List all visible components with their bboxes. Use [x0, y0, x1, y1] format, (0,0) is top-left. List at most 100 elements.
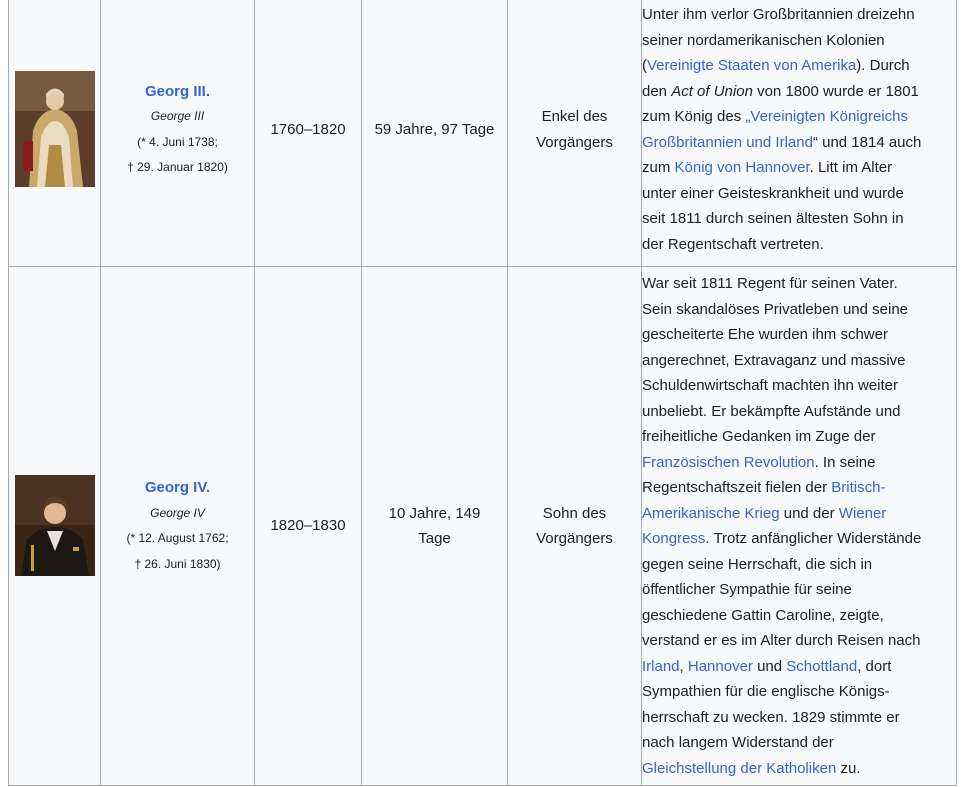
duration-cell: 59 Jahre, 97 Tage — [361, 0, 508, 267]
note-line: seiner nordamerikanischen Kolonien — [642, 28, 956, 54]
note-line: Regentschaftszeit fielen der Britisch- — [642, 475, 956, 501]
note-text: . Trotz anfänglicher Widerstände — [705, 530, 922, 547]
note-text: ). Durch — [856, 57, 910, 74]
note-link[interactable]: Irland — [642, 658, 680, 675]
original-name: George IV — [150, 505, 205, 520]
note-text: zum — [642, 159, 675, 176]
note-text: seiner nordamerikanischen Kolonien — [642, 31, 885, 49]
note-text: herrschaft zu wecken. 1829 stimmte er — [642, 708, 900, 726]
portrait-cell — [8, 266, 101, 786]
note-line: zum König von Hannover. Litt im Alter — [642, 155, 956, 181]
note-line: Sein skandalöses Privatleben und seine — [642, 297, 956, 323]
note-text: , — [679, 657, 688, 675]
portrait-george-iv[interactable] — [14, 474, 95, 576]
note-text: von 1800 wurde er 1801 — [752, 82, 919, 100]
notes-cell: Unter ihm verlor Großbritannien dreizehn… — [641, 0, 957, 267]
reign-duration: 10 Jahre, 149 — [388, 504, 481, 522]
note-text: geschiedene Gattin Caroline, zeigte, — [642, 606, 884, 624]
table-row: Georg III. George III (* 4. Juni 1738; †… — [8, 0, 957, 267]
note-text: Unter ihm verlor Großbritannien dreizehn — [642, 6, 915, 23]
relation-cell: Enkel des Vorgängers — [507, 0, 642, 267]
note-line: Amerikanische Krieg und der Wiener — [642, 501, 956, 527]
note-text: seit 1811 durch seinen ältesten Sohn in — [642, 210, 904, 227]
note-text: gescheiterte Ehe wurden ihm schwer — [642, 326, 888, 343]
note-text: Sympathien für die englische Königs- — [642, 683, 890, 700]
note-line: der Regentschaft vertreten. — [642, 232, 956, 258]
note-text: zu. — [836, 759, 861, 777]
note-line: gegen seine Herrschaft, die sich in — [642, 552, 956, 578]
death-date: † 26. Juni 1830) — [134, 556, 221, 571]
note-line: Unter ihm verlor Großbritannien dreizehn — [642, 2, 956, 28]
reign-cell: 1760–1820 — [254, 0, 362, 267]
note-line: Irland, Hannover und Schottland, dort — [642, 654, 956, 680]
note-text: unbeliebt. Er bekämpfte Aufstände und — [642, 402, 901, 420]
note-link[interactable]: Vereinigte Staaten von Amerika — [647, 57, 856, 74]
note-line: Kongress. Trotz anfänglicher Widerstände — [642, 526, 956, 552]
note-text: Sein skandalöses Privatleben und seine — [642, 300, 909, 318]
note-link[interactable]: Französischen Revolution — [642, 454, 815, 471]
note-text: Schuldenwirtschaft machten ihn weiter — [642, 377, 898, 394]
note-text: der Regentschaft vertreten. — [642, 235, 824, 253]
note-text: und — [752, 657, 787, 675]
note-link[interactable]: Großbritannien und Irland — [642, 134, 813, 151]
note-line: gescheiterte Ehe wurden ihm schwer — [642, 322, 956, 348]
note-link[interactable]: „Vereinigten Königreichs — [745, 108, 908, 125]
note-line: angerechnet, Extravaganz und massive — [642, 348, 956, 374]
note-text: nach langem Widerstand der — [642, 734, 834, 751]
note-text: zum König des — [642, 108, 746, 125]
note-text: verstand er es im Alter durch Reisen nac… — [642, 632, 921, 649]
monarch-link[interactable]: Georg III. — [101, 79, 254, 105]
note-text: freiheitliche Gedanken im Zuge der — [642, 428, 876, 445]
portrait-george-iii[interactable] — [14, 70, 95, 187]
note-line: (Vereinigte Staaten von Amerika). Durch — [642, 53, 956, 79]
note-line: Großbritannien und Irland“ und 1814 auch — [642, 130, 956, 156]
note-text: . Litt im Alter — [809, 159, 893, 176]
note-text: unter einer Geisteskrankheit und wurde — [642, 184, 904, 202]
note-link[interactable]: Kongress — [642, 530, 705, 547]
relation-text: Vorgängers — [536, 133, 613, 151]
duration-cell: 10 Jahre, 149 Tage — [361, 266, 508, 786]
reign-years: 1820–1830 — [270, 517, 346, 535]
note-text: gegen seine Herrschaft, die sich in — [642, 555, 873, 573]
note-text: Regentschaftszeit fielen der — [642, 479, 832, 496]
note-text: öffentlicher Sympathie für seine — [642, 581, 852, 598]
reign-cell: 1820–1830 — [254, 266, 362, 786]
note-link[interactable]: Wiener — [839, 505, 887, 522]
note-line: Schuldenwirtschaft machten ihn weiter — [642, 373, 956, 399]
notes-cell: War seit 1811 Regent für seinen Vater. Se… — [641, 266, 957, 786]
note-link[interactable]: Hannover — [688, 658, 753, 675]
note-link[interactable]: Gleichstellung der Katholiken — [642, 760, 836, 777]
note-line: zum König des „Vereinigten Königreichs — [642, 104, 956, 130]
note-line: unter einer Geisteskrankheit und wurde — [642, 181, 956, 207]
note-text: “ und 1814 auch — [812, 133, 922, 151]
portrait-cell — [8, 0, 101, 267]
note-line: nach langem Widerstand der — [642, 730, 956, 756]
note-link[interactable]: Britisch- — [831, 479, 885, 496]
note-line: freiheitliche Gedanken im Zuge der — [642, 424, 956, 450]
note-text: den — [642, 82, 672, 100]
note-line: Gleichstellung der Katholiken zu. — [642, 756, 956, 782]
note-text: angerechnet, Extravaganz und massive — [642, 351, 906, 369]
relation-text: Vorgängers — [536, 530, 613, 547]
note-line: geschiedene Gattin Caroline, zeigte, — [642, 603, 956, 629]
table-row: Georg IV. George IV (* 12. August 1762; … — [8, 266, 957, 786]
relation-text: Sohn des — [542, 504, 607, 522]
note-italic-text: Act of Union — [671, 82, 753, 100]
note-link[interactable]: Schottland — [786, 658, 857, 675]
note-text: , dort — [857, 657, 892, 675]
monarch-table: Georg III. George III (* 4. Juni 1738; †… — [8, 0, 957, 786]
birth-date: (* 4. Juni 1738; — [137, 134, 218, 149]
note-line: unbeliebt. Er bekämpfte Aufstände und — [642, 399, 956, 425]
monarch-link[interactable]: Georg IV. — [101, 475, 254, 501]
note-link[interactable]: König von Hannover — [675, 159, 810, 176]
original-name: George III — [150, 109, 205, 123]
note-link[interactable]: Amerikanische Krieg — [642, 505, 780, 522]
note-text: . In seine — [814, 453, 876, 471]
monarch-name-cell: Georg III. George III (* 4. Juni 1738; †… — [100, 0, 255, 267]
note-line: öffentlicher Sympathie für seine — [642, 577, 956, 603]
relation-text: Enkel des — [541, 108, 608, 125]
note-line: Sympathien für die englische Königs- — [642, 679, 956, 705]
note-text: und der — [779, 504, 839, 522]
note-line: War seit 1811 Regent für seinen Vater. — [642, 271, 956, 297]
death-date: † 29. Januar 1820) — [127, 160, 228, 174]
